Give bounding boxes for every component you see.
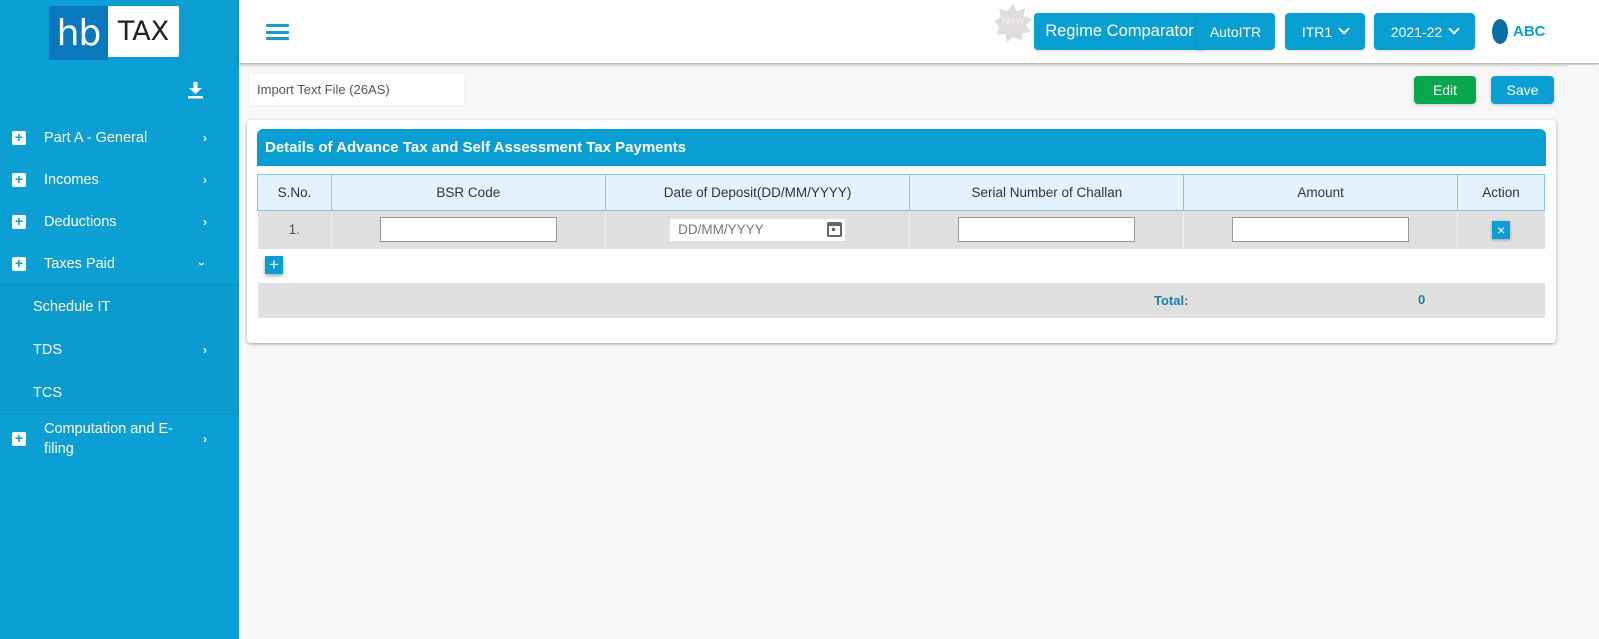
sidebar-item-label: Schedule IT	[33, 298, 111, 315]
regime-comparator-button[interactable]: Regime Comparator	[1034, 13, 1205, 50]
tax-payments-table: S.No. BSR Code Date of Deposit(DD/MM/YYY…	[257, 174, 1545, 249]
action-cell: ×	[1457, 210, 1545, 249]
table-header-row: S.No. BSR Code Date of Deposit(DD/MM/YYY…	[257, 174, 1545, 211]
total-row: Total: 0	[258, 283, 1545, 318]
sidebar-item-part-a-general[interactable]: + Part A - General ›	[0, 117, 239, 159]
plus-square-icon: +	[12, 130, 26, 145]
new-badge-label: New	[1001, 15, 1025, 27]
plus-square-icon: +	[12, 256, 26, 271]
hbtax-logo[interactable]: hb TAX	[49, 6, 179, 60]
import-text-file: Import Text File (26AS)	[184, 74, 464, 105]
plus-square-icon: +	[12, 214, 26, 229]
itr-form-select[interactable]: ITR1	[1285, 13, 1365, 50]
sidebar-item-deductions[interactable]: + Deductions ›	[0, 201, 239, 243]
assessment-year-select[interactable]: 2021-22	[1374, 13, 1475, 50]
amount-input[interactable]	[1232, 217, 1410, 243]
chevron-right-icon: ›	[203, 173, 207, 187]
add-row-button[interactable]: +	[265, 256, 283, 274]
section-title: Details of Advance Tax and Self Assessme…	[257, 129, 1546, 166]
chevron-down-icon	[1338, 23, 1350, 35]
table-row: 1. DD/MM/YYYY ×	[257, 210, 1545, 249]
date-cell: DD/MM/YYYY	[604, 210, 910, 249]
col-amount: Amount	[1183, 174, 1459, 211]
sidebar-item-label: Deductions	[44, 214, 117, 230]
plus-square-icon: +	[12, 172, 26, 187]
avatar	[1492, 19, 1508, 44]
amount-cell	[1183, 210, 1458, 249]
sidebar-nav: + Part A - General › + Incomes › + Deduc…	[0, 117, 239, 462]
logo-tax: TAX	[108, 6, 179, 57]
sidebar-item-label: TDS	[33, 341, 62, 358]
plus-square-icon: +	[12, 431, 26, 446]
import-label: Import Text File (26AS)	[257, 82, 390, 97]
challan-serial-input[interactable]	[958, 217, 1136, 243]
chevron-down-icon	[1448, 23, 1460, 35]
itr-select-value: ITR1	[1301, 23, 1333, 40]
date-placeholder: DD/MM/YYYY	[678, 222, 764, 238]
chevron-down-icon: ›	[195, 261, 209, 266]
bsr-code-cell	[330, 210, 606, 249]
top-header: New Regime Comparator AutoITR ITR1 2021-…	[239, 0, 1599, 64]
new-badge: New	[994, 4, 1032, 42]
sidebar-item-incomes[interactable]: + Incomes ›	[0, 159, 239, 201]
calendar-icon[interactable]	[827, 222, 843, 238]
total-label: Total:	[1154, 293, 1189, 308]
bsr-code-input[interactable]	[379, 217, 557, 243]
row-sno: 1.	[257, 210, 332, 249]
sidebar-submenu-taxes-paid: Schedule IT TDS › TCS	[0, 285, 239, 414]
download-icon[interactable]	[184, 79, 207, 101]
col-sno: S.No.	[257, 174, 332, 211]
delete-row-icon[interactable]: ×	[1492, 220, 1511, 239]
user-menu[interactable]: ABC	[1492, 19, 1546, 44]
total-value: 0	[1418, 292, 1426, 307]
chevron-right-icon: ›	[203, 215, 207, 229]
challan-cell	[909, 210, 1184, 249]
sidebar-item-label: Part A - General	[44, 130, 148, 146]
col-date-of-deposit: Date of Deposit(DD/MM/YYYY)	[604, 174, 911, 211]
page-scrollbar-track[interactable]	[1568, 65, 1599, 639]
user-name: ABC	[1513, 23, 1546, 40]
chevron-right-icon: ›	[203, 131, 207, 145]
sidebar-item-taxes-paid[interactable]: + Taxes Paid ›	[0, 243, 239, 285]
col-challan-serial: Serial Number of Challan	[909, 174, 1185, 211]
sidebar-item-label: TCS	[33, 384, 62, 401]
tax-payments-card: Details of Advance Tax and Self Assessme…	[247, 120, 1556, 343]
chevron-right-icon: ›	[203, 431, 207, 446]
sidebar-subitem-schedule-it[interactable]: Schedule IT	[0, 285, 239, 328]
col-action: Action	[1457, 174, 1545, 211]
date-of-deposit-input[interactable]: DD/MM/YYYY	[670, 218, 846, 241]
sidebar-item-computation-efiling[interactable]: + Computation and E-filing ›	[0, 414, 239, 462]
sidebar-item-label: Taxes Paid	[44, 255, 115, 272]
save-button[interactable]: Save	[1491, 76, 1554, 104]
sidebar-subitem-tds[interactable]: TDS ›	[0, 328, 239, 371]
year-select-value: 2021-22	[1390, 23, 1443, 40]
sidebar-item-label: Computation and E-filing	[44, 420, 173, 457]
sidebar-item-label: Incomes	[44, 172, 99, 188]
logo-hb: hb	[49, 6, 108, 60]
col-bsr-code: BSR Code	[330, 174, 606, 211]
hamburger-icon[interactable]	[266, 24, 289, 40]
edit-button[interactable]: Edit	[1414, 76, 1476, 104]
chevron-right-icon: ›	[203, 342, 207, 357]
sidebar-subitem-tcs[interactable]: TCS	[0, 371, 239, 414]
autoitr-button[interactable]: AutoITR	[1196, 13, 1275, 50]
